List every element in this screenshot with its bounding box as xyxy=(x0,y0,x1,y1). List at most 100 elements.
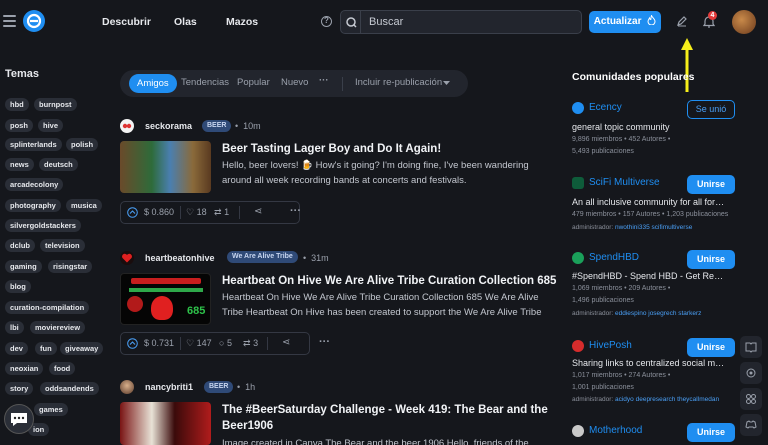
community-name[interactable]: Ecency xyxy=(589,102,622,113)
write-post-icon[interactable] xyxy=(676,15,688,30)
tag-chip[interactable]: television xyxy=(40,239,85,252)
share-icon[interactable]: ⋖ xyxy=(282,337,290,348)
join-button[interactable]: Unirse xyxy=(687,338,735,357)
tag-chip[interactable]: deutsch xyxy=(39,158,78,171)
tag-chip[interactable]: oddsandends xyxy=(40,382,99,395)
nav-discover[interactable]: Descubrir xyxy=(102,16,151,28)
tag-chip[interactable]: hive xyxy=(38,119,64,132)
votes-count[interactable]: ♡ 18 xyxy=(186,207,207,218)
reblogs-count[interactable]: ⇄ 3 xyxy=(243,338,258,349)
comments-count[interactable]: ○ 5 xyxy=(219,338,232,348)
tag-chip[interactable]: splinterlands xyxy=(5,138,62,151)
community-admins: administrador: eddiespino josegrech star… xyxy=(572,310,702,317)
votes-count[interactable]: ♡ 147 xyxy=(186,338,212,349)
payout-value[interactable]: $ 0.860 xyxy=(144,207,174,217)
ecency-logo[interactable] xyxy=(23,10,45,32)
tag-chip[interactable]: curation-compilation xyxy=(5,301,90,314)
tag-chip[interactable]: story xyxy=(5,382,34,395)
nav-decks[interactable]: Mazos xyxy=(226,16,258,28)
author-avatar[interactable] xyxy=(120,119,134,133)
community-badge[interactable]: BEER xyxy=(202,120,232,132)
tag-chip[interactable]: burnpost xyxy=(34,98,77,111)
tag-chip[interactable]: musica xyxy=(66,199,102,212)
feed-tabs: Amigos Tendencias Popular Nuevo ··· Incl… xyxy=(120,70,468,97)
search-box[interactable] xyxy=(340,10,582,34)
community-icon xyxy=(572,102,584,114)
more-icon[interactable]: ··· xyxy=(290,205,301,217)
post-thumbnail[interactable] xyxy=(120,141,211,193)
share-icon[interactable]: ⋖ xyxy=(254,206,262,217)
tag-chip[interactable]: posh xyxy=(5,119,33,132)
chat-icon[interactable] xyxy=(4,404,34,434)
post-excerpt[interactable]: Image created in Canva The Bear and the … xyxy=(222,436,557,445)
post-title[interactable]: Heartbeat On Hive We Are Alive Tribe Cur… xyxy=(222,273,557,289)
user-avatar[interactable] xyxy=(732,10,756,34)
menu-icon[interactable] xyxy=(3,15,16,27)
update-button[interactable]: Actualizar xyxy=(589,11,661,33)
help-icon[interactable]: ? xyxy=(321,16,332,27)
upvote-icon[interactable] xyxy=(127,207,138,218)
author-avatar[interactable] xyxy=(120,380,134,394)
join-button[interactable]: Unirse xyxy=(687,423,735,442)
notification-badge: 4 xyxy=(708,11,717,20)
tag-chip[interactable]: food xyxy=(49,362,76,375)
tag-chip[interactable]: giveaway xyxy=(60,342,104,355)
tag-chip[interactable]: blog xyxy=(5,280,31,293)
author-name[interactable]: nancybriti1 xyxy=(145,382,193,392)
discord-icon[interactable] xyxy=(740,414,762,436)
post-thumbnail[interactable]: 685 xyxy=(120,273,211,325)
payout-value[interactable]: $ 0.731 xyxy=(144,338,174,348)
join-button[interactable]: Unirse xyxy=(687,250,735,269)
apps-icon[interactable] xyxy=(740,388,762,410)
tag-chip[interactable]: silvergoldstackers xyxy=(5,219,81,232)
community-badge[interactable]: We Are Alive Tribe xyxy=(227,251,298,263)
tag-chip[interactable]: neoxian xyxy=(5,362,44,375)
book-icon[interactable] xyxy=(740,336,762,358)
update-label: Actualizar xyxy=(593,16,642,27)
tag-chip[interactable]: news xyxy=(5,158,34,171)
tag-chip[interactable]: photography xyxy=(5,199,61,212)
reblogs-count[interactable]: ⇄ 1 xyxy=(214,207,229,218)
tag-chip[interactable]: gaming xyxy=(5,260,42,273)
tab-popular[interactable]: Popular xyxy=(237,77,270,88)
tag-chip[interactable]: polish xyxy=(66,138,99,151)
tag-chip[interactable]: dev xyxy=(5,342,28,355)
more-icon[interactable]: ··· xyxy=(319,336,330,348)
author-name[interactable]: seckorama xyxy=(145,121,192,131)
tab-new[interactable]: Nuevo xyxy=(281,77,308,88)
podcast-icon[interactable] xyxy=(740,362,762,384)
post-excerpt[interactable]: Hello, beer lovers! 🍺 How's it going? I'… xyxy=(222,158,557,188)
community-name[interactable]: SpendHBD xyxy=(589,252,639,263)
join-button[interactable]: Unirse xyxy=(687,175,735,194)
nav-waves[interactable]: Olas xyxy=(174,16,197,28)
tag-chip[interactable]: moviereview xyxy=(30,321,86,334)
tag-chip[interactable]: hbd xyxy=(5,98,29,111)
post-excerpt[interactable]: Heartbeat On Hive We Are Alive Tribe Cur… xyxy=(222,290,557,320)
heart-icon: ♡ xyxy=(186,207,195,217)
post-thumbnail[interactable] xyxy=(120,402,211,445)
tag-chip[interactable]: dclub xyxy=(5,239,35,252)
tag-chip[interactable]: lbi xyxy=(5,321,24,334)
include-reblogs-dropdown[interactable]: Incluir re-publicación xyxy=(355,77,442,88)
popular-communities-title: Comunidades populares xyxy=(572,71,695,83)
tag-chip[interactable]: fun xyxy=(35,342,57,355)
joined-button[interactable]: Se unió xyxy=(687,100,735,119)
community-name[interactable]: SciFi Multiverse xyxy=(589,177,660,188)
author-avatar[interactable] xyxy=(120,251,134,265)
author-name[interactable]: heartbeatonhive xyxy=(145,253,215,263)
community-name[interactable]: HivePosh xyxy=(589,340,632,351)
tag-chip[interactable]: games xyxy=(34,403,68,416)
tab-trending[interactable]: Tendencias xyxy=(181,77,229,88)
search-input[interactable] xyxy=(369,14,569,30)
upvote-icon[interactable] xyxy=(127,338,138,349)
community-badge[interactable]: BEER xyxy=(204,381,234,393)
community-card: SciFi Multiverse Unirse An all inclusive… xyxy=(572,175,737,233)
post-title[interactable]: Beer Tasting Lager Boy and Do It Again! xyxy=(222,141,557,157)
actions-divider xyxy=(180,337,181,350)
tag-chip[interactable]: arcadecolony xyxy=(5,178,64,191)
community-name[interactable]: Motherhood xyxy=(589,425,642,436)
post-title[interactable]: The #BeerSaturday Challenge - Week 419: … xyxy=(222,402,557,434)
tag-chip[interactable]: risingstar xyxy=(48,260,93,273)
tabs-more-icon[interactable]: ··· xyxy=(319,75,329,86)
tab-friends[interactable]: Amigos xyxy=(129,74,177,93)
